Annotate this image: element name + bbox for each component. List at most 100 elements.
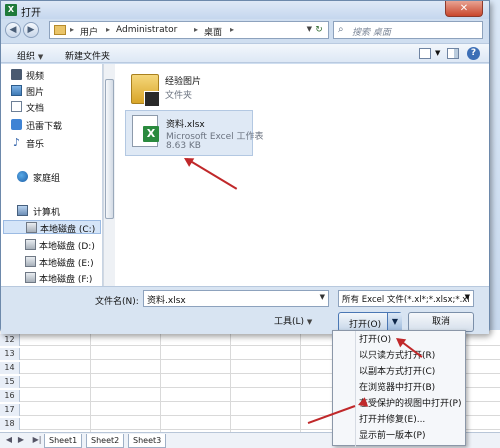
nav-scroll-thumb[interactable] bbox=[105, 79, 114, 219]
file-name: 经验图片 bbox=[165, 77, 202, 87]
search-icon: ⌕ bbox=[338, 24, 344, 35]
disk-icon bbox=[25, 272, 36, 283]
tools-button[interactable]: 工具(L) ▼ bbox=[274, 314, 312, 327]
view-icon[interactable] bbox=[419, 48, 431, 59]
file-item-folder[interactable]: 经验图片 文件夹 bbox=[125, 68, 253, 112]
nav-item-label: 本地磁盘 (C:) bbox=[40, 225, 96, 235]
disk-icon bbox=[25, 256, 36, 267]
excel-icon: X bbox=[5, 4, 17, 16]
help-icon[interactable]: ? bbox=[467, 47, 480, 60]
back-button[interactable]: ◀ bbox=[5, 22, 21, 38]
menu-item-previous-version[interactable]: 显示前一版本(P) bbox=[359, 429, 425, 443]
menu-item-open-browser[interactable]: 在浏览器中打开(B) bbox=[359, 381, 435, 395]
new-folder-button[interactable]: 新建文件夹 bbox=[65, 49, 110, 62]
nav-item-computer[interactable]: 计算机 bbox=[3, 204, 101, 218]
homegroup-icon bbox=[17, 171, 28, 182]
organize-button[interactable]: 组织 ▼ bbox=[17, 49, 43, 62]
nav-item-label: 本地磁盘 (F:) bbox=[39, 275, 93, 285]
open-dropdown-button[interactable]: ▼ bbox=[387, 313, 402, 331]
nav-item-videos[interactable]: 视频 bbox=[11, 68, 101, 82]
sheet-prev-icon[interactable]: ◀ bbox=[4, 435, 14, 445]
row-number: 17 bbox=[0, 404, 20, 416]
sheet-tab-2[interactable]: Sheet2 bbox=[86, 434, 125, 448]
chevron-down-icon[interactable]: ▼ bbox=[465, 293, 470, 301]
video-icon bbox=[11, 69, 22, 80]
address-bar[interactable]: ▸ 用户 ▸ Administrator ▸ 桌面 ▸ ▼ ↻ bbox=[49, 21, 329, 39]
nav-item-disk-f[interactable]: 本地磁盘 (F:) bbox=[3, 271, 101, 285]
image-thumbnail bbox=[144, 91, 160, 107]
cancel-button[interactable]: 取消 bbox=[408, 312, 474, 332]
sheet-tab-3[interactable]: Sheet3 bbox=[128, 434, 167, 448]
nav-item-music[interactable]: ♪ 音乐 bbox=[11, 136, 101, 150]
organize-label: 组织 bbox=[17, 52, 36, 62]
nav-item-disk-c[interactable]: 本地磁盘 (C:) bbox=[3, 220, 101, 235]
nav-item-label: 计算机 bbox=[33, 208, 61, 218]
nav-item-disk-e[interactable]: 本地磁盘 (E:) bbox=[3, 255, 101, 269]
thunder-download-icon bbox=[11, 119, 22, 130]
menu-item-open-copy[interactable]: 以副本方式打开(C) bbox=[359, 365, 435, 379]
tools-label: 工具(L) bbox=[274, 317, 305, 327]
chevron-down-icon: ▼ bbox=[37, 53, 44, 61]
row-number: 18 bbox=[0, 418, 20, 430]
nav-item-label: 音乐 bbox=[26, 140, 45, 150]
chevron-right-icon[interactable]: ▸ bbox=[194, 25, 198, 34]
open-options-menu: 打开(O) 以只读方式打开(R) 以副本方式打开(C) 在浏览器中打开(B) 在… bbox=[332, 330, 466, 447]
nav-item-label: 文档 bbox=[26, 104, 45, 114]
screen: 12 13 14 15 16 17 18 ◀ ▶ ▶| Sheet1 Sheet… bbox=[0, 0, 500, 448]
menu-item-open[interactable]: 打开(O) bbox=[359, 333, 391, 347]
sheet-next-icon[interactable]: ▶ bbox=[16, 435, 26, 445]
chevron-right-icon[interactable]: ▸ bbox=[70, 25, 74, 34]
dialog-title: 打开 bbox=[21, 8, 41, 19]
filename-input[interactable]: 资料.xlsx ▼ bbox=[143, 290, 329, 307]
open-dialog: X 打开 ✕ ◀ ▶ ▸ 用户 ▸ Administrator ▸ 桌面 ▸ ▼… bbox=[0, 0, 490, 334]
preview-pane-icon[interactable] bbox=[447, 48, 459, 59]
chevron-down-icon[interactable]: ▼ bbox=[320, 293, 325, 301]
excel-column-line bbox=[90, 330, 91, 432]
chevron-right-icon[interactable]: ▸ bbox=[106, 25, 110, 34]
close-button[interactable]: ✕ bbox=[445, 1, 483, 17]
excel-x-icon: X bbox=[143, 126, 159, 142]
chevron-down-icon: ▼ bbox=[306, 318, 313, 326]
picture-icon bbox=[11, 85, 22, 96]
excel-file-icon: X bbox=[132, 115, 159, 147]
file-size: 8.63 KB bbox=[166, 141, 201, 151]
chevron-right-icon[interactable]: ▸ bbox=[230, 25, 234, 34]
breadcrumb-desktop[interactable]: 桌面 bbox=[204, 25, 222, 38]
file-item-xlsx[interactable]: X 资料.xlsx Microsoft Excel 工作表 8.63 KB bbox=[125, 110, 264, 156]
nav-item-documents[interactable]: 文档 bbox=[11, 100, 101, 114]
filename-label: 文件名(N): bbox=[95, 297, 139, 307]
menu-separator bbox=[355, 331, 356, 447]
nav-item-label: 家庭组 bbox=[33, 174, 61, 184]
document-icon bbox=[11, 101, 22, 112]
row-number: 13 bbox=[0, 348, 20, 360]
music-icon: ♪ bbox=[12, 136, 21, 149]
computer-icon bbox=[17, 205, 28, 216]
folder-icon bbox=[131, 74, 160, 107]
search-input[interactable]: ⌕ 搜索 桌面 bbox=[333, 21, 483, 39]
search-placeholder: 搜索 桌面 bbox=[352, 28, 391, 38]
title-bar: X 打开 ✕ bbox=[1, 1, 489, 19]
menu-item-open-repair[interactable]: 打开并修复(E)... bbox=[359, 413, 425, 427]
open-button[interactable]: 打开(O) ▼ bbox=[338, 312, 402, 332]
chevron-down-icon[interactable]: ▼ bbox=[435, 49, 440, 57]
breadcrumb-administrator[interactable]: Administrator bbox=[116, 25, 177, 35]
forward-button[interactable]: ▶ bbox=[23, 22, 39, 38]
nav-item-homegroup[interactable]: 家庭组 bbox=[3, 170, 101, 184]
row-number: 15 bbox=[0, 376, 20, 388]
refresh-icon[interactable]: ↻ bbox=[312, 24, 326, 37]
menu-item-open-readonly[interactable]: 以只读方式打开(R) bbox=[359, 349, 435, 363]
file-list: 经验图片 文件夹 X 资料.xlsx Microsoft Excel 工作表 8… bbox=[115, 64, 489, 286]
filetype-value: 所有 Excel 文件(*.xl*;*.xlsx;*.xl bbox=[342, 295, 470, 305]
sheet-tab-1[interactable]: Sheet1 bbox=[44, 434, 83, 448]
breadcrumb-users[interactable]: 用户 bbox=[80, 25, 98, 38]
disk-icon bbox=[25, 239, 36, 250]
sheet-last-icon[interactable]: ▶| bbox=[32, 435, 42, 445]
row-number: 14 bbox=[0, 362, 20, 374]
menu-item-open-protected[interactable]: 在受保护的视图中打开(P) bbox=[359, 397, 461, 411]
row-number: 16 bbox=[0, 390, 20, 402]
nav-item-pictures[interactable]: 图片 bbox=[11, 84, 101, 98]
file-type: 文件夹 bbox=[165, 91, 193, 101]
nav-item-disk-d[interactable]: 本地磁盘 (D:) bbox=[3, 238, 101, 252]
nav-item-thunder[interactable]: 迅雷下载 bbox=[11, 118, 101, 132]
filetype-select[interactable]: 所有 Excel 文件(*.xl*;*.xlsx;*.xl ▼ bbox=[338, 290, 474, 307]
